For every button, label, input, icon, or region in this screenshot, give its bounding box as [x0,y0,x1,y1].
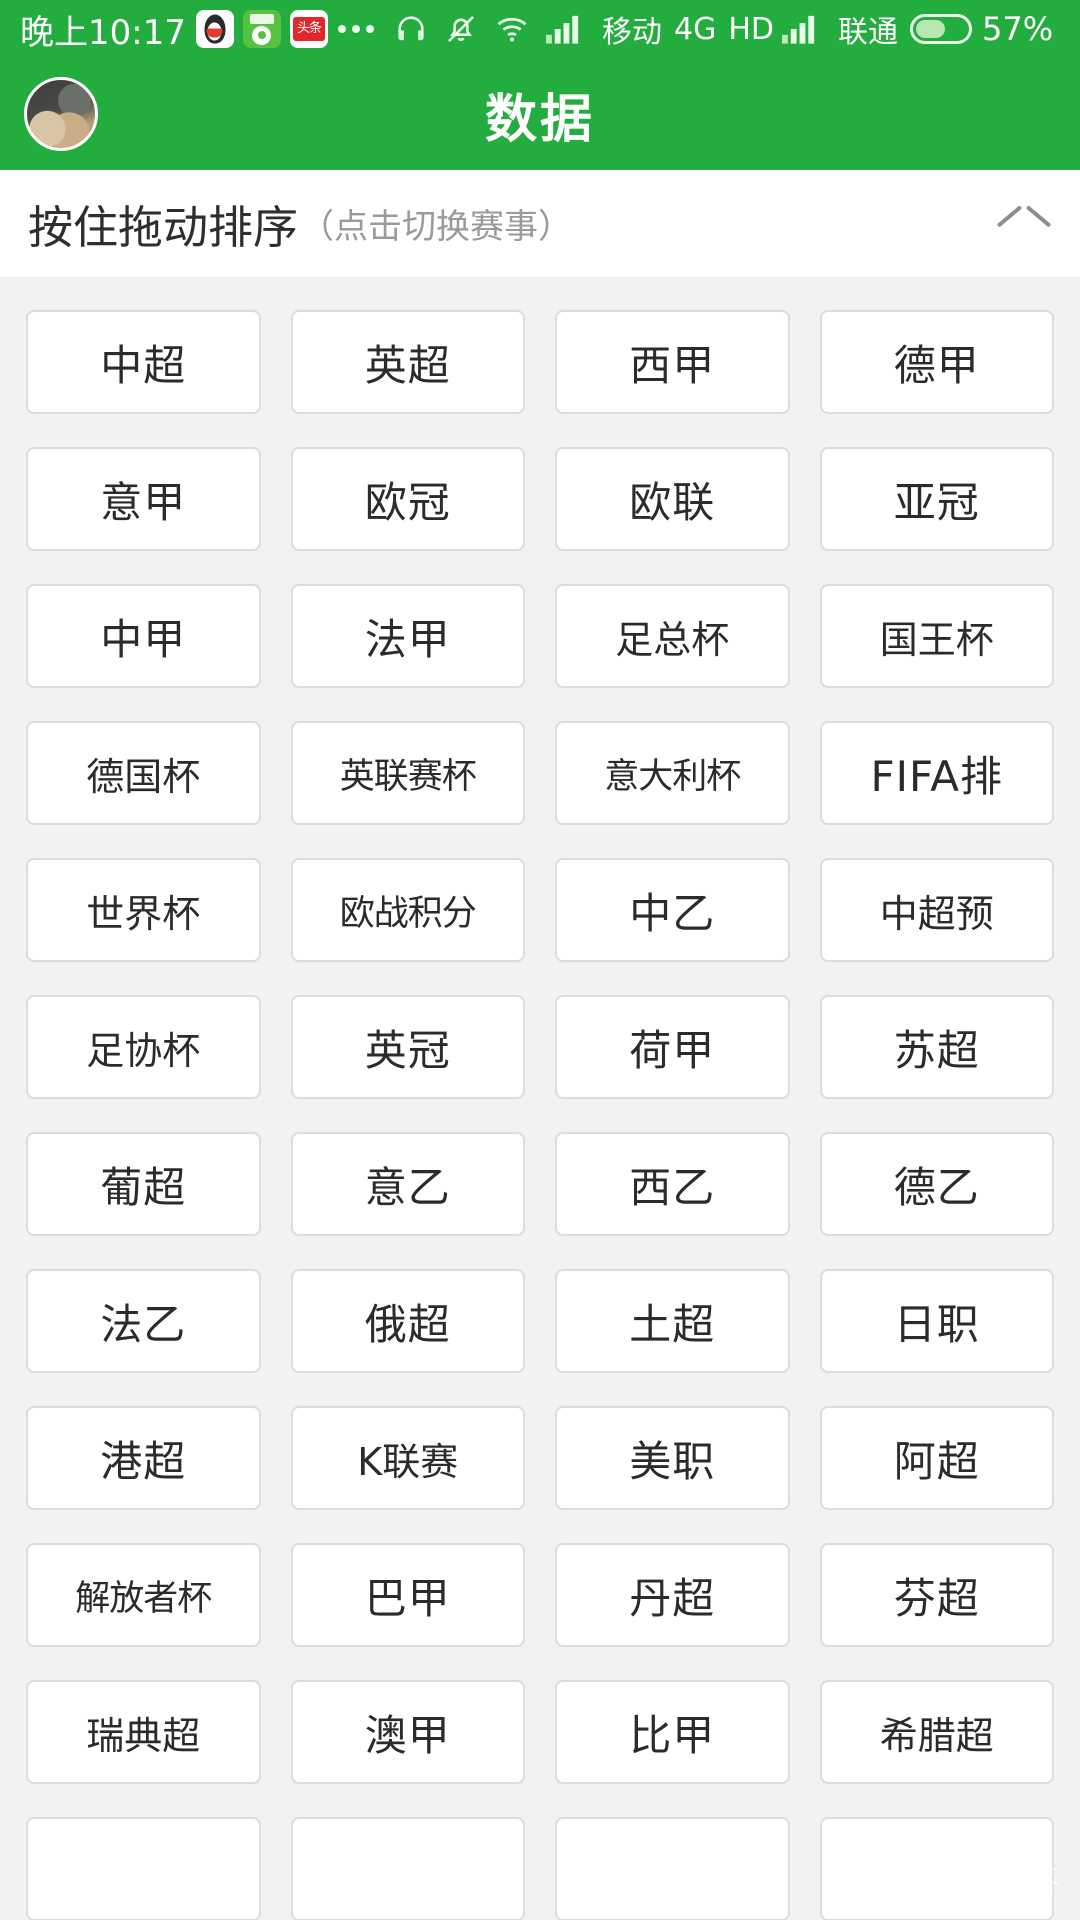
chevron-up-icon[interactable] [998,198,1050,250]
league-tile[interactable]: 英联赛杯 [290,721,525,825]
sort-bar[interactable]: 按住拖动排序 （点击切换赛事） [0,170,1080,278]
league-tile[interactable]: 荷甲 [555,995,790,1099]
qq-icon [195,10,234,48]
league-tile[interactable] [819,1817,1054,1920]
league-tile[interactable]: 丹超 [555,1543,790,1647]
headset-icon [394,12,428,46]
league-tile[interactable]: FIFA排 [819,721,1054,825]
league-tile[interactable]: 西乙 [555,1132,790,1236]
league-tile[interactable]: 葡超 [26,1132,261,1236]
league-tile[interactable]: 瑞典超 [26,1680,261,1784]
carrier-secondary-label: 联通 [838,15,898,50]
league-tile[interactable]: 意大利杯 [555,721,790,825]
league-tile[interactable]: 西甲 [555,310,790,414]
league-grid: 中超 英超 西甲 德甲意甲 欧冠 欧联 亚冠中甲 法甲 足总杯 国王杯德国杯 英联赛杯 意大利杯 FIF… [26,310,1054,1920]
league-tile[interactable] [26,1817,261,1920]
league-tile[interactable]: 亚冠 [819,447,1054,551]
league-tile[interactable]: 欧联 [555,447,790,551]
hd-label: HD [728,11,774,47]
league-tile[interactable] [555,1817,790,1920]
league-tile[interactable]: 德甲 [819,310,1054,414]
league-tile[interactable]: 中超 [26,310,261,414]
league-tile[interactable]: 芬超 [819,1543,1054,1647]
status-bar: 晚上10:17 头条 移动 4G HD 联通 57% [0,0,1080,58]
app-bar: 数据 [0,58,1080,170]
league-tile[interactable]: 澳甲 [290,1680,525,1784]
league-tile[interactable]: 中乙 [555,858,790,962]
league-tile[interactable]: 英超 [290,310,525,414]
league-tile[interactable]: K联赛 [290,1406,525,1510]
status-bar-app-icons: 头条 [195,10,328,48]
carrier-primary-label: 移动 [601,15,662,50]
signal-icon-primary [545,14,584,44]
league-tile[interactable]: 法乙 [26,1269,261,1373]
avatar[interactable] [24,77,98,151]
overflow-dots-icon [337,25,374,33]
toutiao-icon: 头条 [289,10,328,48]
bell-muted-icon [444,12,478,46]
toutiao-label: 头条 [292,17,325,41]
league-tile[interactable]: 苏超 [819,995,1054,1099]
wifi-icon [494,12,530,46]
league-tile[interactable]: 英冠 [290,995,525,1099]
battery-percent-label: 57% [982,10,1054,48]
league-tile[interactable]: 世界杯 [26,858,261,962]
sort-bar-hint: （点击切换赛事） [300,207,573,247]
league-tile[interactable]: 德乙 [819,1132,1054,1236]
league-tile[interactable]: 足协杯 [26,995,261,1099]
league-tile[interactable] [290,1817,525,1920]
league-tile[interactable]: 港超 [26,1406,261,1510]
league-tile[interactable]: 解放者杯 [26,1543,261,1647]
league-tile[interactable]: 巴甲 [290,1543,525,1647]
league-tile[interactable]: 意乙 [290,1132,525,1236]
league-tile[interactable]: 中超预 [819,858,1054,962]
league-tile[interactable]: 阿超 [819,1406,1054,1510]
battery-icon [910,14,972,44]
league-tile[interactable]: 欧冠 [290,447,525,551]
league-grid-container: 中超 英超 西甲 德甲意甲 欧冠 欧联 亚冠中甲 法甲 足总杯 国王杯德国杯 英联赛杯 意大利杯 FIF… [0,278,1080,1920]
league-tile[interactable]: 中甲 [26,584,261,688]
league-tile[interactable]: 日职 [819,1269,1054,1373]
league-tile[interactable]: 国王杯 [819,584,1054,688]
league-tile[interactable]: 德国杯 [26,721,261,825]
league-tile[interactable]: 比甲 [555,1680,790,1784]
football-app-icon [242,10,281,48]
league-tile[interactable]: 美职 [555,1406,790,1510]
league-tile[interactable]: 意甲 [26,447,261,551]
sort-bar-label: 按住拖动排序 [28,201,299,254]
league-tile[interactable]: 俄超 [290,1269,525,1373]
network-type-label: 4G [673,11,717,47]
league-tile[interactable]: 希腊超 [819,1680,1054,1784]
page-title: 数据 [484,89,595,150]
league-tile[interactable]: 土超 [555,1269,790,1373]
status-bar-time: 晚上10:17 [20,12,186,53]
league-tile[interactable]: 欧战积分 [290,858,525,962]
league-tile[interactable]: 足总杯 [555,584,790,688]
league-tile[interactable]: 法甲 [290,584,525,688]
signal-icon-secondary [782,14,820,44]
